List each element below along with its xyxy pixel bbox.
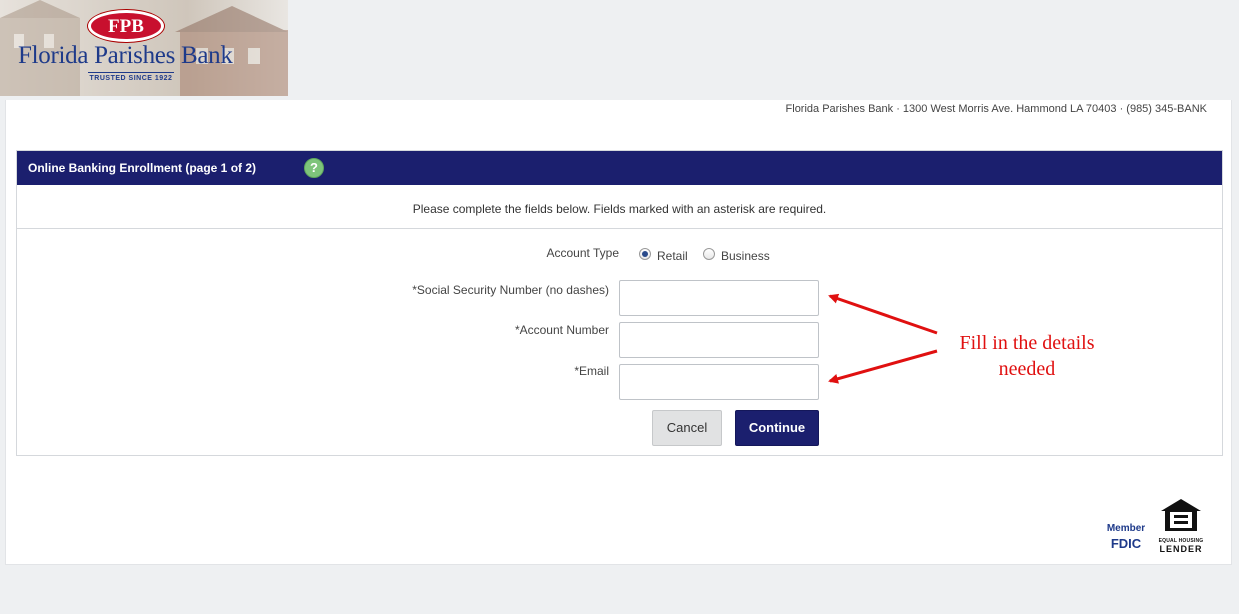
logo-mark: FPB: [88, 10, 164, 42]
account-type-label: Account Type: [546, 246, 620, 260]
question-icon[interactable]: ?: [304, 158, 324, 178]
fdic-badge: Member FDIC: [1105, 523, 1147, 551]
annotation-line-2: needed: [998, 358, 1056, 380]
panel-header: Online Banking Enrollment (page 1 of 2) …: [17, 151, 1222, 185]
bank-logo-banner[interactable]: FPB Florida Parishes Bank TRUSTED SINCE …: [0, 0, 288, 96]
equal-housing-lender-logo: EQUAL HOUSING LENDER: [1156, 497, 1206, 554]
ssn-label: *Social Security Number (no dashes): [412, 283, 609, 297]
annotation-text: Fill in the details needed: [942, 330, 1112, 382]
bank-tagline: TRUSTED SINCE 1922: [88, 72, 174, 82]
enrollment-panel: Online Banking Enrollment (page 1 of 2) …: [16, 150, 1223, 456]
bank-name: Florida Parishes Bank: [18, 42, 233, 69]
email-input[interactable]: [619, 364, 819, 400]
account-number-input[interactable]: [619, 322, 819, 358]
cancel-button[interactable]: Cancel: [652, 410, 722, 446]
radio-retail[interactable]: [639, 248, 651, 260]
continue-button[interactable]: Continue: [735, 410, 819, 446]
ssn-input[interactable]: [619, 280, 819, 316]
fdic-text: FDIC: [1110, 536, 1142, 551]
annotation-line-1: Fill in the details: [959, 332, 1095, 354]
page: FPB Florida Parishes Bank TRUSTED SINCE …: [0, 0, 1239, 614]
house-icon: [1161, 499, 1201, 531]
radio-retail-label[interactable]: Retail: [657, 249, 688, 263]
instructions-text: Please complete the fields below. Fields…: [17, 185, 1222, 229]
bank-address: Florida Parishes Bank · 1300 West Morris…: [785, 103, 1207, 115]
radio-business[interactable]: [703, 248, 715, 260]
panel-title: Online Banking Enrollment (page 1 of 2): [28, 161, 257, 175]
fdic-member-text: Member: [1106, 523, 1146, 534]
email-label: *Email: [574, 364, 609, 378]
radio-business-label[interactable]: Business: [721, 249, 770, 263]
lender-text: LENDER: [1159, 544, 1203, 554]
account-number-label: *Account Number: [514, 323, 609, 337]
